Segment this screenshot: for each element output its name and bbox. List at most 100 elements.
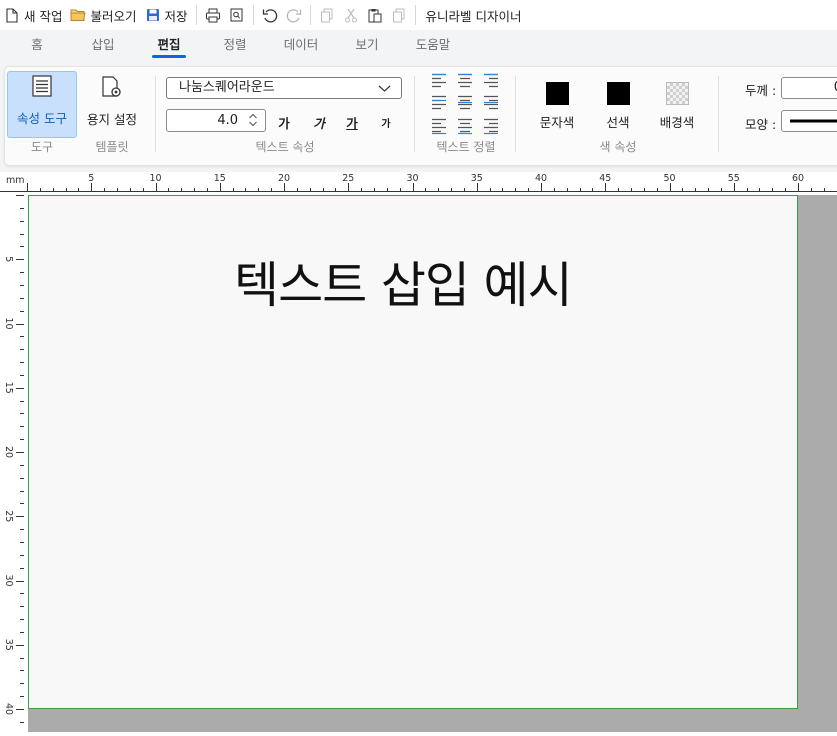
- save-icon: [145, 7, 161, 23]
- property-sheet-icon: [32, 75, 52, 100]
- open-label: 불러오기: [90, 8, 137, 24]
- ruler-label: 40: [535, 173, 547, 184]
- tab-insert[interactable]: 삽입: [70, 34, 136, 60]
- align-middle-right-icon: [484, 95, 498, 110]
- ruler-label: 30: [3, 574, 14, 586]
- page-setup-button[interactable]: 용지 설정: [80, 71, 144, 138]
- tab-home[interactable]: 홈: [4, 34, 70, 60]
- font-size-input[interactable]: 4.0: [166, 109, 266, 132]
- toolbar-separator: [309, 5, 311, 25]
- app-title: 유니라벨 디자이너: [425, 8, 522, 24]
- font-width-button[interactable]: 가: [378, 115, 394, 130]
- toolbar-separator: [195, 5, 197, 25]
- ruler-label: 15: [3, 382, 14, 394]
- bg-color-label: 배경색: [659, 115, 695, 130]
- font-family-value: 나눔스퀘어라운드: [179, 80, 275, 95]
- tab-arrange[interactable]: 정렬: [202, 34, 268, 60]
- line-color-swatch: [606, 82, 630, 105]
- font-size-value: 4.0: [217, 113, 238, 128]
- tab-data[interactable]: 데이터: [268, 34, 334, 60]
- redo-button[interactable]: [282, 3, 306, 27]
- folder-icon: [70, 7, 87, 23]
- align-middle-center-icon: [458, 95, 472, 110]
- text-color-label: 문자색: [539, 115, 575, 130]
- font-family-select[interactable]: 나눔스퀘어라운드: [166, 77, 402, 99]
- undo-button[interactable]: [258, 3, 282, 27]
- duplicate-icon: [391, 7, 407, 23]
- group-label-color-props: 색 속성: [599, 140, 637, 154]
- thickness-input[interactable]: 0: [781, 77, 837, 99]
- solid-line-icon: [790, 119, 837, 123]
- ruler-label: 50: [663, 173, 675, 184]
- group-separator: [155, 76, 156, 152]
- tab-help[interactable]: 도움말: [400, 34, 466, 60]
- copy-button[interactable]: [315, 3, 339, 27]
- horizontal-ruler: 5 10 15 20 25 30 35 40 45 50 55 60: [0, 172, 837, 192]
- cut-button[interactable]: [339, 3, 363, 27]
- toolbar-separator: [414, 5, 416, 25]
- property-tool-label: 속성 도구: [17, 111, 67, 126]
- sample-text-object[interactable]: 텍스트 삽입 예시: [234, 246, 573, 317]
- ruler-label: 20: [3, 446, 14, 458]
- align-top-right-icon: [484, 73, 498, 88]
- line-color-label: 선색: [606, 115, 630, 130]
- page-setup-icon: [99, 76, 125, 101]
- bg-color-button[interactable]: 배경색: [655, 82, 699, 131]
- print-button[interactable]: [201, 3, 225, 27]
- ruler-label: 45: [599, 173, 611, 184]
- align-middle-left-icon: [432, 95, 446, 110]
- print-icon: [205, 7, 221, 23]
- label-page[interactable]: 텍스트 삽입 예시: [28, 195, 798, 709]
- spin-updown-icon: [248, 112, 258, 135]
- redo-icon: [286, 7, 302, 23]
- ribbon-tabs: 홈 삽입 편집 정렬 데이터 보기 도움말: [0, 30, 837, 60]
- ruler-label: 60: [792, 173, 804, 184]
- align-bottom-left-icon: [432, 118, 446, 135]
- ruler-unit: mm: [6, 175, 25, 186]
- ruler-label: 35: [3, 639, 14, 651]
- ruler-label: 30: [406, 173, 418, 184]
- new-file-icon: [4, 7, 20, 23]
- shape-label: 모양 :: [745, 117, 777, 132]
- group-label-text-props: 텍스트 속성: [255, 140, 315, 154]
- ruler-label: 5: [3, 256, 14, 262]
- ruler-label: 55: [728, 173, 740, 184]
- save-button[interactable]: 저장: [141, 3, 192, 27]
- ruler-label: 40: [3, 703, 14, 715]
- new-label: 새 작업: [24, 8, 63, 24]
- group-label-text-align: 텍스트 정렬: [436, 140, 496, 154]
- ruler-label: 35: [471, 173, 483, 184]
- ruler-label: 10: [149, 173, 161, 184]
- thickness-label: 두께 :: [745, 83, 777, 98]
- duplicate-button[interactable]: [387, 3, 411, 27]
- save-label: 저장: [164, 8, 188, 24]
- transparent-swatch-icon: [665, 82, 689, 105]
- group-separator: [414, 76, 415, 152]
- align-top-center-icon: [458, 73, 472, 88]
- align-bottom-center-icon: [458, 118, 472, 135]
- page-setup-label: 용지 설정: [87, 112, 137, 127]
- paste-button[interactable]: [363, 3, 387, 27]
- new-button[interactable]: 새 작업: [0, 3, 66, 27]
- ruler-label: 15: [214, 173, 226, 184]
- text-align-grid: [432, 73, 502, 135]
- line-color-button[interactable]: 선색: [596, 82, 640, 131]
- group-separator: [718, 76, 719, 152]
- text-color-button[interactable]: 문자색: [535, 82, 579, 131]
- group-separator: [515, 76, 516, 152]
- ruler-label: 25: [342, 173, 354, 184]
- underline-button[interactable]: 가: [344, 113, 360, 132]
- italic-button[interactable]: 가: [311, 113, 327, 132]
- undo-icon: [262, 7, 278, 23]
- quick-access-toolbar: 새 작업 불러오기 저장 유니라벨 디자이너: [0, 0, 837, 30]
- chevron-down-icon: [378, 81, 391, 101]
- tab-view[interactable]: 보기: [334, 34, 400, 60]
- open-button[interactable]: 불러오기: [66, 3, 140, 27]
- line-shape-select[interactable]: [781, 110, 837, 132]
- bold-button[interactable]: 가: [276, 113, 292, 132]
- print-preview-button[interactable]: [225, 3, 249, 27]
- property-tool-button[interactable]: 속성 도구: [7, 71, 77, 138]
- vertical-ruler: 5 10 15 20 25 30 35 40: [0, 192, 28, 732]
- copy-icon: [319, 7, 335, 23]
- tab-edit[interactable]: 편집: [136, 34, 202, 60]
